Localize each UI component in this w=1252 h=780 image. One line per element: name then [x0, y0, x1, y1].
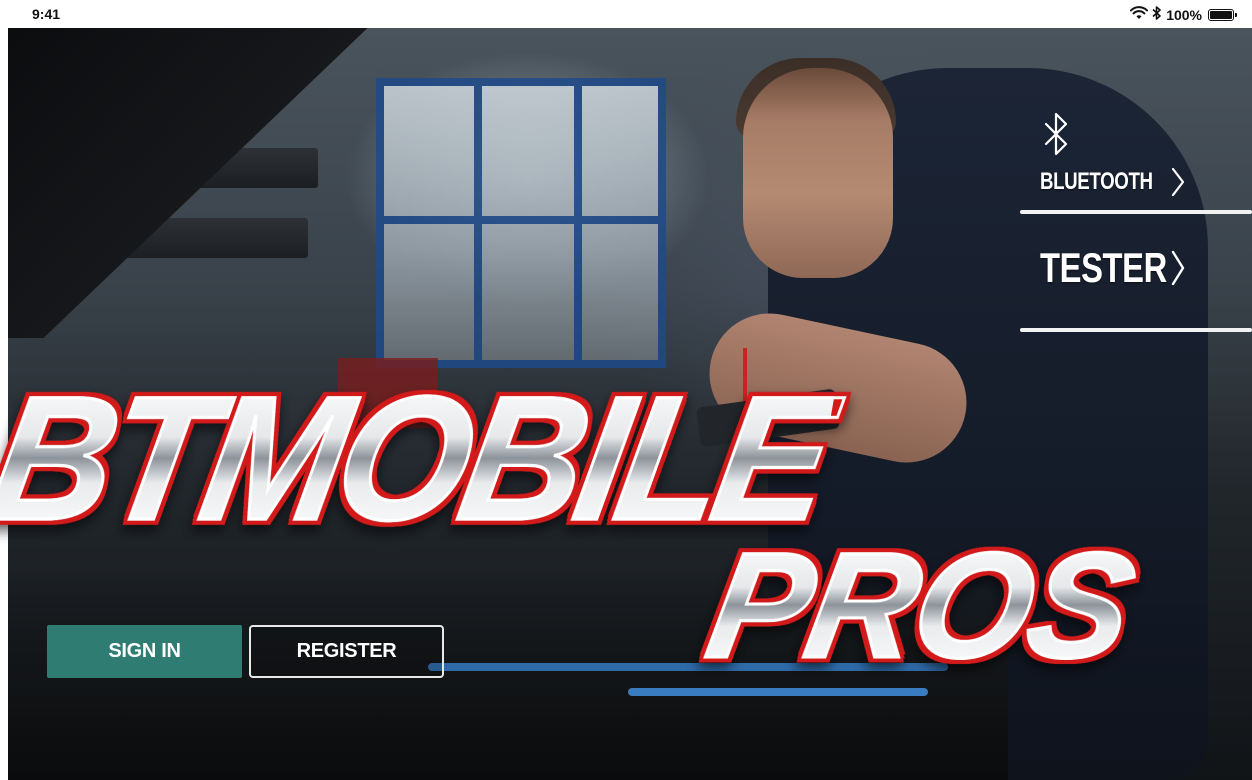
status-bar: 9:41 100%: [0, 0, 1252, 28]
register-button[interactable]: REGISTER: [249, 625, 444, 678]
chevron-right-icon: [1170, 248, 1186, 293]
tester-nav[interactable]: TESTER: [1020, 240, 1252, 340]
bluetooth-icon: [1152, 6, 1162, 23]
sign-in-button[interactable]: SIGN IN: [47, 625, 242, 678]
bluetooth-label: BLUETOOTH: [1040, 168, 1153, 195]
nav-underline: [1020, 210, 1252, 214]
status-time: 9:41: [32, 6, 61, 22]
bluetooth-icon: [1042, 110, 1072, 160]
tester-label: TESTER: [1040, 244, 1167, 291]
car-hood: [8, 28, 378, 338]
chevron-right-icon: [1170, 166, 1186, 203]
battery-icon: [1208, 8, 1237, 21]
register-label: REGISTER: [296, 640, 397, 662]
status-indicators: 100%: [1130, 6, 1237, 23]
shop-window: [376, 78, 666, 368]
nav-underline: [1020, 328, 1252, 332]
app-screen: 9:41 100% BLUETOOTH TESTER BTMOBILE PROS…: [0, 0, 1252, 780]
mechanic-head: [743, 68, 893, 278]
logo-sub-text: PROS: [695, 520, 1145, 691]
sign-in-label: SIGN IN: [108, 640, 181, 662]
logo-main-text: BTMOBILE: [0, 358, 843, 558]
wifi-icon: [1130, 6, 1149, 23]
bluetooth-nav[interactable]: BLUETOOTH: [1020, 110, 1252, 240]
battery-percent: 100%: [1166, 6, 1202, 23]
